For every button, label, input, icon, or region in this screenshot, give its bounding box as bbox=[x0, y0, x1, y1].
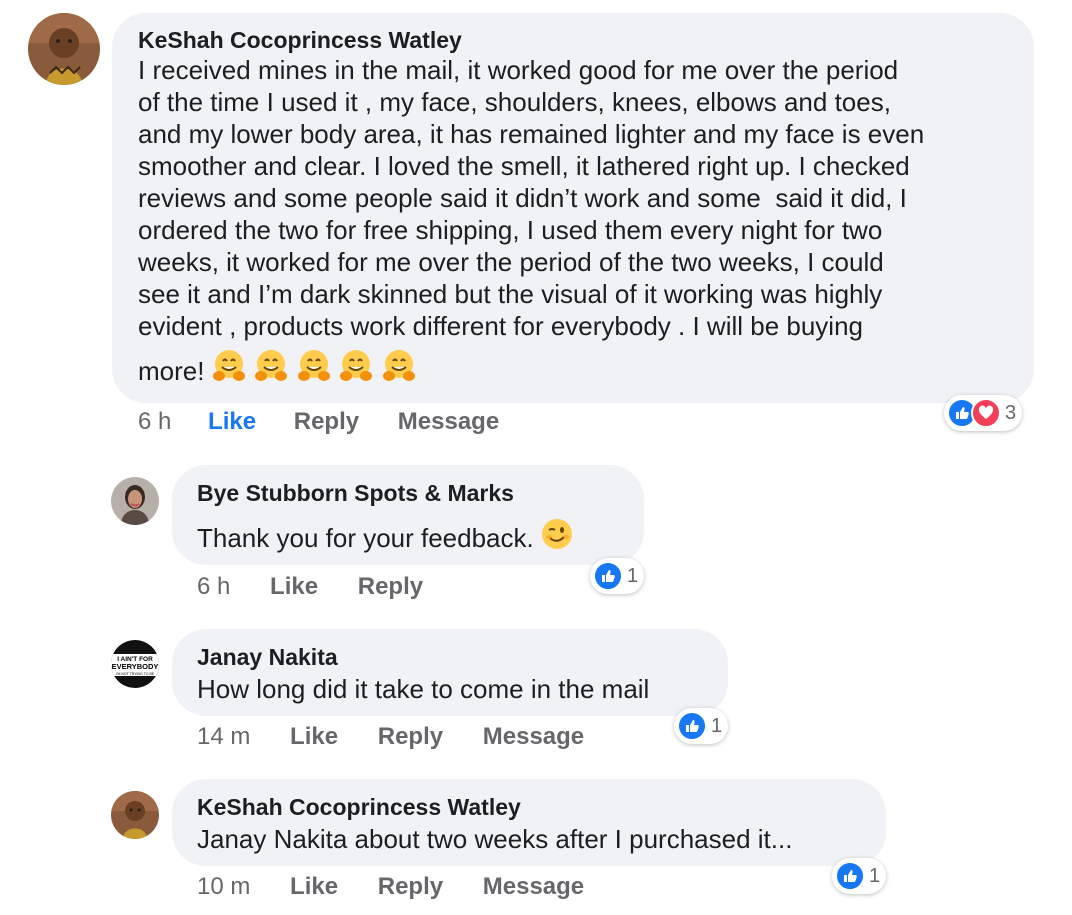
comment-bubble-1: KeShah Cocoprincess Watley I received mi… bbox=[112, 13, 1034, 403]
comment-actions: 10 m Like Reply Message bbox=[197, 873, 584, 901]
reaction-summary[interactable]: 1 bbox=[832, 858, 887, 894]
comment-actions: 6 h Like Reply Message bbox=[138, 408, 499, 436]
comment-line: evident , products work different for ev… bbox=[138, 311, 864, 341]
comment-line: reviews and some people said it didn’t w… bbox=[138, 183, 907, 213]
hugging-face-emoji-icon bbox=[255, 350, 288, 381]
comment-timestamp[interactable]: 14 m bbox=[197, 723, 250, 751]
reply-button[interactable]: Reply bbox=[378, 873, 443, 901]
reply-button[interactable]: Reply bbox=[358, 573, 423, 601]
love-reaction-icon bbox=[971, 398, 1001, 428]
profile-photo-bye-stubborn-spots bbox=[111, 477, 159, 525]
comment-author[interactable]: KeShah Cocoprincess Watley bbox=[138, 26, 1008, 54]
like-button[interactable]: Like bbox=[290, 723, 338, 751]
message-button[interactable]: Message bbox=[483, 723, 584, 751]
profile-photo-janay-nakita: I AIN'T FOR EVERYBODY I'M NOT TRYING TO … bbox=[111, 640, 159, 688]
comment-actions: 6 h Like Reply bbox=[197, 573, 423, 601]
reaction-count: 3 bbox=[1005, 401, 1017, 424]
comment-line: see it and I’m dark skinned but the visu… bbox=[138, 279, 883, 309]
avatar-keshah[interactable] bbox=[28, 13, 100, 85]
comment-timestamp[interactable]: 6 h bbox=[138, 408, 171, 436]
comment-bubble-2: Bye Stubborn Spots & Marks Thank you for… bbox=[172, 465, 644, 565]
avatar-janay-nakita[interactable]: I AIN'T FOR EVERYBODY I'M NOT TRYING TO … bbox=[111, 640, 159, 688]
emoji-row bbox=[209, 350, 417, 384]
comment-line: ordered the two for free shipping, I use… bbox=[138, 215, 883, 245]
comment-author[interactable]: Janay Nakita bbox=[197, 643, 703, 671]
avatar-caption: I'M NOT TRYING TO BE bbox=[116, 672, 155, 676]
comment-actions: 14 m Like Reply Message bbox=[197, 723, 584, 751]
comment-bubble-3: Janay Nakita How long did it take to com… bbox=[172, 629, 728, 716]
comment-author[interactable]: Bye Stubborn Spots & Marks bbox=[197, 479, 619, 507]
comment-line: more! bbox=[138, 356, 205, 386]
comment-author[interactable]: KeShah Cocoprincess Watley bbox=[197, 793, 861, 821]
comment-text: I received mines in the mail, it worked … bbox=[138, 54, 1008, 387]
hugging-face-emoji-icon bbox=[382, 350, 415, 381]
comment-timestamp[interactable]: 6 h bbox=[197, 573, 230, 601]
hugging-face-emoji-icon bbox=[212, 350, 245, 381]
comment-timestamp[interactable]: 10 m bbox=[197, 873, 250, 901]
like-reaction-icon bbox=[593, 561, 623, 591]
like-button[interactable]: Like bbox=[208, 408, 256, 436]
reaction-summary[interactable]: 3 bbox=[944, 395, 1023, 431]
like-reaction-icon bbox=[677, 711, 707, 741]
reaction-count: 1 bbox=[711, 714, 723, 737]
reaction-summary[interactable]: 1 bbox=[674, 708, 729, 744]
avatar-bye-stubborn-spots[interactable] bbox=[111, 477, 159, 525]
winking-face-emoji-icon bbox=[542, 519, 573, 549]
comment-line: and my lower body area, it has remained … bbox=[138, 119, 925, 149]
comment-text: How long did it take to come in the mail bbox=[197, 674, 650, 704]
profile-photo-keshah bbox=[28, 13, 100, 85]
profile-photo-keshah bbox=[111, 791, 159, 839]
hugging-face-emoji-icon bbox=[297, 350, 330, 381]
hugging-face-emoji-icon bbox=[340, 350, 373, 381]
comment-text: Thank you for your feedback. bbox=[197, 523, 534, 553]
avatar-keshah-reply[interactable] bbox=[111, 791, 159, 839]
reply-button[interactable]: Reply bbox=[294, 408, 359, 436]
like-reaction-icon bbox=[835, 861, 865, 891]
like-button[interactable]: Like bbox=[290, 873, 338, 901]
reaction-count: 1 bbox=[869, 864, 881, 887]
reaction-summary[interactable]: 1 bbox=[590, 558, 645, 594]
comment-line: I received mines in the mail, it worked … bbox=[138, 55, 899, 85]
message-button[interactable]: Message bbox=[483, 873, 584, 901]
reaction-count: 1 bbox=[627, 564, 639, 587]
comment-line: of the time I used it , my face, shoulde… bbox=[138, 87, 891, 117]
comment-line: smoother and clear. I loved the smell, i… bbox=[138, 151, 910, 181]
comment-bubble-4: KeShah Cocoprincess Watley Janay Nakita … bbox=[172, 779, 886, 866]
avatar-caption: EVERYBODY bbox=[112, 662, 159, 671]
reply-button[interactable]: Reply bbox=[378, 723, 443, 751]
comment-line: weeks, it worked for me over the period … bbox=[138, 247, 884, 277]
message-button[interactable]: Message bbox=[398, 408, 499, 436]
like-button[interactable]: Like bbox=[270, 573, 318, 601]
comment-text: Janay Nakita about two weeks after I pur… bbox=[197, 824, 793, 854]
